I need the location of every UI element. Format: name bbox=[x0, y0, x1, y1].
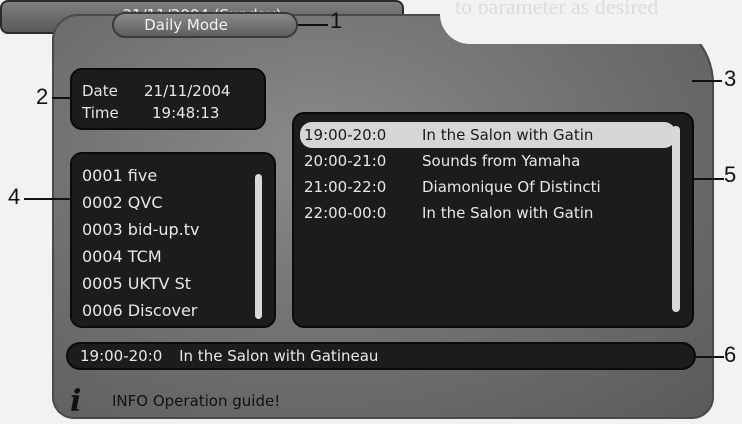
channel-item[interactable]: 0003 bid-up.tv bbox=[82, 216, 274, 243]
channel-list[interactable]: 0001 five 0002 QVC 0003 bid-up.tv 0004 T… bbox=[70, 152, 276, 328]
program-time: 19:00-20:0 bbox=[304, 126, 387, 144]
channel-item[interactable]: 0004 TCM bbox=[82, 243, 274, 270]
program-scrollbar[interactable] bbox=[672, 126, 680, 312]
program-title: Sounds from Yamaha bbox=[422, 152, 581, 170]
info-bar-title: In the Salon with Gatineau bbox=[179, 347, 379, 365]
program-time: 20:00-21:0 bbox=[304, 152, 387, 170]
callout-3: 3 bbox=[724, 66, 737, 91]
callout-6-leader bbox=[696, 356, 724, 358]
channel-item[interactable]: 0005 UKTV St bbox=[82, 270, 274, 297]
program-time: 22:00-00:0 bbox=[304, 204, 387, 222]
operation-guide: i INFO Operation guide! bbox=[70, 383, 281, 419]
callout-4: 4 bbox=[8, 184, 21, 209]
callout-2: 2 bbox=[36, 84, 49, 109]
program-title: In the Salon with Gatin bbox=[422, 204, 594, 222]
channel-item[interactable]: 0002 QVC bbox=[82, 189, 274, 216]
guide-text: INFO Operation guide! bbox=[112, 392, 281, 410]
callout-4-leader bbox=[24, 198, 70, 200]
program-title: In the Salon with Gatin bbox=[422, 126, 594, 144]
program-item-selected[interactable]: 19:00-20:0 In the Salon with Gatin bbox=[300, 122, 676, 148]
callout-5: 5 bbox=[724, 162, 737, 187]
program-title: Diamonique Of Distincti bbox=[422, 178, 601, 196]
callout-2-leader bbox=[52, 97, 70, 99]
channel-scrollbar[interactable] bbox=[255, 174, 262, 319]
callout-5-leader bbox=[694, 178, 724, 180]
callout-3-leader bbox=[692, 80, 722, 82]
frame-notch bbox=[440, 14, 720, 44]
channel-item[interactable]: 0006 Discover bbox=[82, 297, 274, 324]
info-icon: i bbox=[70, 383, 82, 419]
time-label: Time bbox=[82, 104, 119, 122]
program-item[interactable]: 20:00-21:0 Sounds from Yamaha bbox=[304, 148, 692, 174]
program-item[interactable]: 22:00-00:0 In the Salon with Gatin bbox=[304, 200, 692, 226]
program-list[interactable]: 19:00-20:0 In the Salon with Gatin 20:00… bbox=[292, 112, 694, 328]
program-time: 21:00-22:0 bbox=[304, 178, 387, 196]
callout-6: 6 bbox=[724, 342, 737, 367]
channel-item[interactable]: 0001 five bbox=[82, 162, 274, 189]
date-label: Date bbox=[82, 82, 118, 100]
info-bar-time: 19:00-20:0 bbox=[80, 347, 163, 365]
date-value: 21/11/2004 bbox=[144, 82, 231, 100]
callout-1: 1 bbox=[330, 8, 343, 33]
time-value: 19:48:13 bbox=[152, 104, 220, 122]
callout-1-leader bbox=[298, 24, 328, 26]
program-item[interactable]: 21:00-22:0 Diamonique Of Distincti bbox=[304, 174, 692, 200]
mode-label: Daily Mode bbox=[112, 12, 298, 38]
program-info-bar: 19:00-20:0 In the Salon with Gatineau bbox=[66, 342, 696, 370]
datetime-panel: Date 21/11/2004 Time 19:48:13 bbox=[70, 68, 266, 130]
